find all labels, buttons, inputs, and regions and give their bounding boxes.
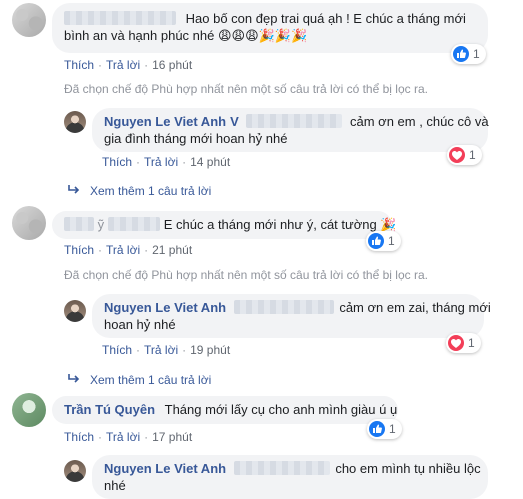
comment-author[interactable]: Trần Tú Quyên (64, 402, 155, 417)
reply-avatar[interactable] (64, 300, 86, 322)
reply-link[interactable]: Trả lời (106, 243, 140, 257)
redacted-text (246, 114, 343, 128)
reply-avatar[interactable] (64, 460, 86, 482)
comment-text: Tháng mới lấy cụ cho anh mình giàu ú ụ (164, 402, 398, 417)
more-replies-link[interactable]: Xem thêm 1 câu trả lời (68, 184, 211, 198)
comment-emojis: 😩😩😩🎉🎉🎉 (217, 28, 308, 43)
reply-bubble: Nguyen Le Viet Anh cảm ơn em zai, tháng … (92, 294, 491, 338)
commenter-avatar[interactable] (12, 3, 46, 37)
comment-time[interactable]: 21 phút (152, 243, 192, 257)
like-link[interactable]: Thích (64, 58, 94, 72)
reaction-count: 1 (468, 336, 475, 350)
reaction-count: 1 (473, 47, 480, 61)
redacted-text (233, 461, 330, 475)
reaction-badge[interactable]: 1 (366, 231, 401, 251)
reaction-badge[interactable]: 1 (446, 333, 481, 353)
like-link[interactable]: Thích (102, 343, 132, 357)
comment-actions: Thích · Trả lời · 21 phút (64, 243, 193, 257)
like-icon (368, 233, 384, 249)
reply-time[interactable]: 14 phút (190, 155, 230, 169)
comment-author-fragment: ỹ (94, 217, 105, 232)
redacted-name (108, 217, 161, 231)
reply-actions: Thích · Trả lời · 14 phút (102, 155, 231, 169)
reply-author[interactable]: Nguyen Le Viet Anh (104, 300, 226, 315)
comment-time[interactable]: 17 phút (152, 430, 192, 444)
like-link[interactable]: Thích (64, 243, 94, 257)
comment-bubble: Trần Tú Quyên Tháng mới lấy cụ cho anh m… (52, 396, 398, 424)
reply-time[interactable]: 19 phút (190, 343, 230, 357)
comment-actions: Thích · Trả lời · 17 phút (64, 430, 193, 444)
reply-link[interactable]: Trả lời (106, 430, 140, 444)
reply-bubble: Nguyen Le Viet Anh cho em mình tụ nhiều … (92, 455, 488, 499)
like-icon (453, 46, 469, 62)
redacted-text (233, 300, 334, 314)
reply-author[interactable]: Nguyen Le Viet Anh (104, 461, 226, 476)
reply-text-line2: nhé (104, 478, 126, 493)
comment-emojis: 🎉 (380, 217, 397, 232)
reply-text: cho em mình tụ nhiều lộc (335, 461, 481, 476)
reply-author-suffix: V (230, 114, 239, 129)
reply-arrow-icon (68, 374, 80, 383)
commenter-avatar[interactable] (12, 393, 46, 427)
reply-text-line2: hoan hỷ nhé (104, 317, 176, 332)
reply-link[interactable]: Trả lời (106, 58, 140, 72)
reply-bubble: Nguyen Le Viet Anh V cảm ơn em , chúc cô … (92, 108, 489, 152)
reply-actions: Thích · Trả lời · 19 phút (102, 343, 231, 357)
like-link[interactable]: Thích (64, 430, 94, 444)
comment-text: Hao bố con đẹp trai quá ạh ! E chúc a th… (185, 11, 466, 26)
reaction-count: 1 (388, 234, 395, 248)
like-link[interactable]: Thích (102, 155, 132, 169)
more-replies-link[interactable]: Xem thêm 1 câu trả lời (68, 373, 211, 387)
reaction-count: 1 (389, 422, 396, 436)
heart-icon (448, 335, 464, 351)
reply-link[interactable]: Trả lời (144, 155, 178, 169)
reply-text: cảm ơn em zai, tháng mới (339, 300, 491, 315)
commenter-avatar[interactable] (12, 206, 46, 240)
reply-avatar[interactable] (64, 111, 86, 133)
comment-actions: Thích · Trả lời · 16 phút (64, 58, 193, 72)
redacted-name (64, 11, 176, 25)
comment-text-line2: bình an và hạnh phúc nhé (64, 28, 215, 43)
filter-notice: Đã chọn chế độ Phù hợp nhất nên một số c… (64, 82, 428, 96)
reaction-badge[interactable]: 1 (451, 44, 486, 64)
comment-bubble: ỹ E chúc a tháng mới như ý, cát tường 🎉 (52, 211, 397, 239)
reaction-count: 1 (469, 148, 476, 162)
comment-text: E chúc a tháng mới như ý, cát tường (163, 217, 377, 232)
reply-link[interactable]: Trả lời (144, 343, 178, 357)
filter-notice: Đã chọn chế độ Phù hợp nhất nên một số c… (64, 268, 428, 282)
reaction-badge[interactable]: 1 (367, 419, 402, 439)
reply-arrow-icon (68, 185, 80, 194)
comment-time[interactable]: 16 phút (152, 58, 192, 72)
reply-text: cảm ơn em , chúc cô và (350, 114, 489, 129)
comment-bubble: Hao bố con đẹp trai quá ạh ! E chúc a th… (52, 3, 488, 53)
redacted-name (64, 217, 94, 231)
heart-icon (449, 147, 465, 163)
like-icon (369, 421, 385, 437)
reaction-badge[interactable]: 1 (447, 145, 482, 165)
reply-text-line2: gia đình tháng mới hoan hỷ nhé (104, 131, 288, 146)
reply-author[interactable]: Nguyen Le Viet Anh (104, 114, 226, 129)
